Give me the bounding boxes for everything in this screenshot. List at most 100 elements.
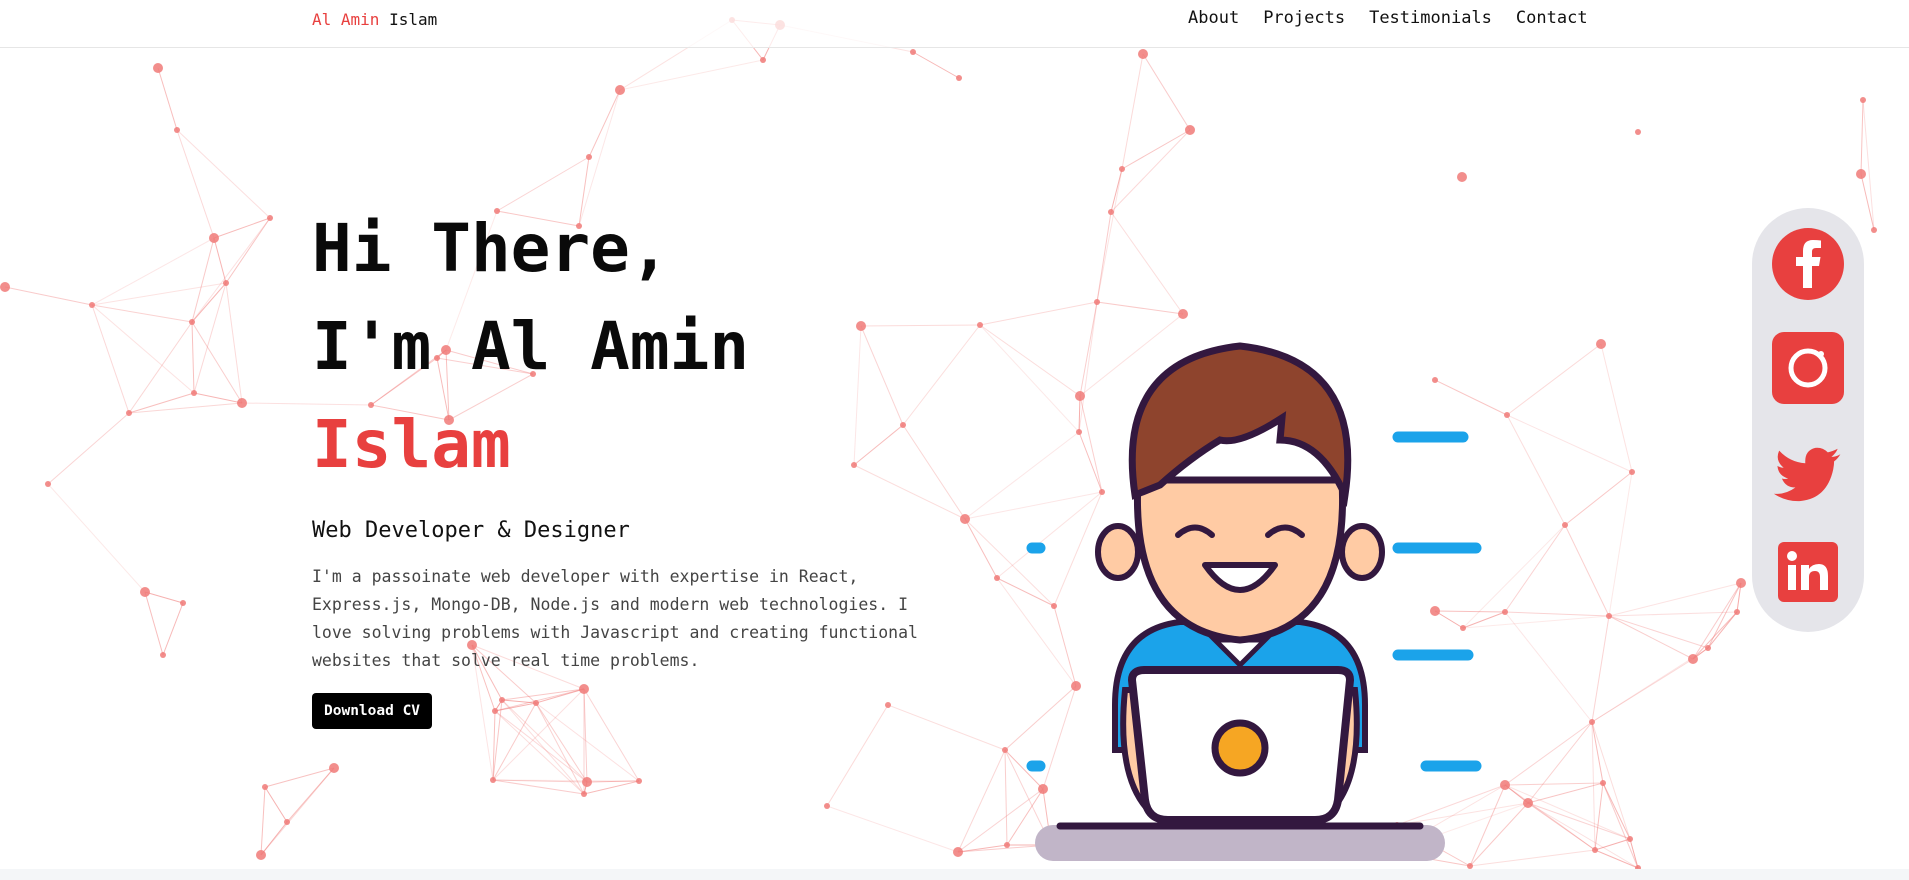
network-node xyxy=(1596,339,1606,349)
network-link xyxy=(191,321,243,404)
network-node xyxy=(1627,836,1633,842)
network-node xyxy=(1457,172,1467,182)
hero-greeting: Hi There, xyxy=(312,210,670,287)
network-node xyxy=(329,763,339,773)
network-link xyxy=(176,129,271,219)
download-cv-button[interactable]: Download CV xyxy=(312,693,433,729)
network-link xyxy=(91,304,193,323)
network-link xyxy=(162,602,184,656)
network-link xyxy=(1594,838,1631,851)
network-node xyxy=(1094,299,1100,305)
hero-role: Web Developer & Designer xyxy=(312,518,630,543)
network-node xyxy=(1860,97,1866,103)
network-link xyxy=(1591,721,1631,840)
nav-link-testimonials[interactable]: Testimonials xyxy=(1369,8,1492,28)
network-link xyxy=(1110,211,1184,315)
network-link xyxy=(176,129,215,239)
desk-shadow xyxy=(1035,825,1445,861)
brand-logo[interactable]: Al Amin Islam xyxy=(312,10,437,29)
developer-illustration xyxy=(1026,342,1482,861)
network-link xyxy=(193,282,227,394)
network-link xyxy=(964,518,998,579)
network-node xyxy=(0,282,10,292)
network-link xyxy=(4,286,93,306)
network-link xyxy=(1564,471,1633,526)
network-node xyxy=(180,600,186,606)
network-link xyxy=(1862,99,1875,231)
network-node xyxy=(956,75,962,81)
network-node xyxy=(1589,719,1595,725)
network-link xyxy=(260,786,266,856)
network-link xyxy=(144,591,164,656)
network-node xyxy=(1635,129,1641,135)
right-ear xyxy=(1339,523,1385,581)
network-link xyxy=(1506,414,1566,526)
network-node xyxy=(824,803,830,809)
laptop-logo xyxy=(1211,719,1269,777)
brand-last-name: Islam xyxy=(389,10,438,29)
network-node xyxy=(1119,166,1125,172)
twitter-link[interactable] xyxy=(1772,438,1844,510)
network-link xyxy=(1506,414,1633,473)
network-node xyxy=(582,777,592,787)
network-node xyxy=(153,63,163,73)
network-link xyxy=(1608,471,1633,617)
network-link xyxy=(957,749,1006,853)
network-node xyxy=(1504,412,1510,418)
network-node xyxy=(1138,49,1148,59)
network-link xyxy=(1506,343,1602,416)
network-link xyxy=(264,786,288,823)
network-link xyxy=(47,483,146,593)
nav-link-contact[interactable]: Contact xyxy=(1516,8,1588,28)
network-link xyxy=(1096,211,1112,303)
network-link xyxy=(144,591,184,604)
network-link xyxy=(1504,611,1593,723)
network-link xyxy=(1504,721,1593,786)
instagram-link[interactable] xyxy=(1772,332,1844,404)
network-node xyxy=(1688,654,1698,664)
network-node xyxy=(267,215,273,221)
hero-heading: Hi There, I'm Al Amin Islam xyxy=(312,200,952,494)
network-node xyxy=(237,398,247,408)
network-node xyxy=(1004,842,1010,848)
network-node xyxy=(1629,469,1635,475)
network-link xyxy=(225,217,271,284)
face xyxy=(1133,476,1347,644)
network-link xyxy=(979,301,1098,326)
network-node xyxy=(636,778,642,784)
network-node xyxy=(189,319,195,325)
facebook-link[interactable] xyxy=(1772,228,1844,300)
network-link xyxy=(1004,749,1008,846)
network-node xyxy=(1500,780,1510,790)
network-link xyxy=(1692,582,1742,660)
network-link xyxy=(1591,615,1610,723)
nav-link-about[interactable]: About xyxy=(1188,8,1239,28)
network-link xyxy=(1608,615,1694,660)
network-link xyxy=(260,767,335,856)
network-node xyxy=(45,481,51,487)
network-link xyxy=(1096,168,1123,303)
network-link xyxy=(1096,301,1184,315)
network-link xyxy=(1860,99,1864,175)
network-link xyxy=(213,217,271,239)
network-node xyxy=(994,575,1000,581)
instagram-icon xyxy=(1788,348,1828,388)
network-link xyxy=(583,780,640,795)
nav-link-projects[interactable]: Projects xyxy=(1263,8,1345,28)
network-node xyxy=(126,410,132,416)
network-node xyxy=(910,49,916,55)
network-link xyxy=(1600,343,1633,473)
network-link xyxy=(191,217,271,323)
network-link xyxy=(193,392,243,404)
network-link xyxy=(1692,611,1738,660)
nav-links: About Projects Testimonials Contact xyxy=(1188,8,1588,28)
linkedin-icon xyxy=(1787,551,1828,590)
social-sidebar xyxy=(1752,208,1864,632)
linkedin-link[interactable] xyxy=(1778,542,1838,602)
network-link xyxy=(1142,53,1191,131)
network-node xyxy=(490,777,496,783)
hair xyxy=(1128,342,1352,508)
network-node xyxy=(1736,578,1746,588)
network-link xyxy=(128,321,193,414)
network-node xyxy=(284,819,290,825)
